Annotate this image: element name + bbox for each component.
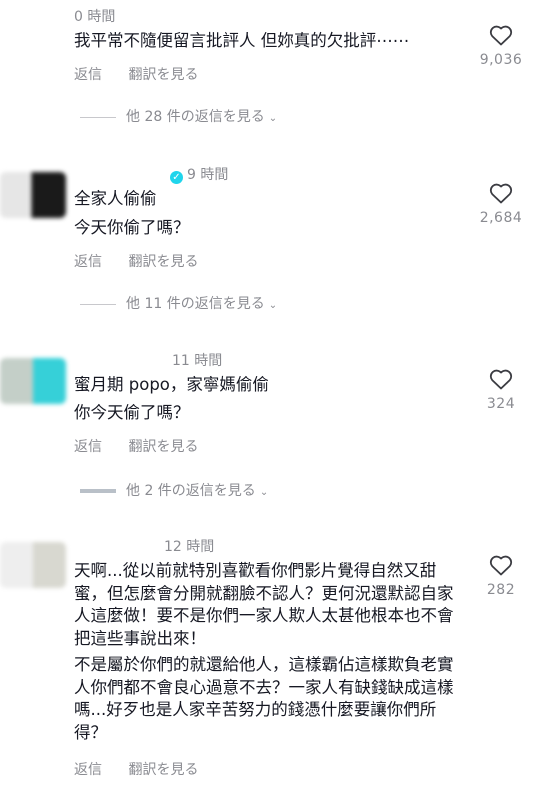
comment-actions: 返信 翻訳を見る (74, 759, 220, 779)
comment-text: 全家人偷偷 今天你偷了嗎？ (74, 188, 474, 239)
avatar[interactable] (0, 542, 66, 588)
comment-time: 11 時間 (172, 353, 223, 369)
comment-line: 我平常不隨便留言批評人 但妳真的欠批評⋯⋯ (74, 31, 410, 50)
like-button[interactable]: 282 (469, 554, 533, 598)
view-more-replies-label: 他 28 件の返信を見る (126, 109, 265, 125)
avatar[interactable] (0, 172, 66, 218)
chevron-down-icon: ⌄ (268, 300, 278, 311)
comment-text: 天啊...從以前就特別喜歡看你們影片覺得自然又甜蜜，但怎麼會分開就翻臉不認人？更… (74, 560, 466, 744)
comment-text: 我平常不隨便留言批評人 但妳真的欠批評⋯⋯ (74, 30, 474, 53)
comment-line: 你今天偷了嗎？ (74, 402, 190, 422)
divider-line (80, 303, 116, 305)
comment-line: 全家人偷偷 (74, 189, 157, 208)
like-button[interactable]: 324 (469, 368, 533, 412)
reply-button[interactable]: 返信 (74, 762, 102, 778)
heart-outline-icon (489, 369, 513, 390)
heart-outline-icon (489, 555, 513, 576)
comment-time: ✓ 9 時間 (170, 164, 228, 184)
comment-line: 今天你偷了嗎？ (74, 217, 190, 237)
translate-button[interactable]: 翻訳を見る (128, 67, 198, 83)
comment-time: 0 時間 (74, 9, 116, 25)
divider-line (80, 489, 116, 493)
avatar[interactable] (0, 358, 66, 404)
like-count: 2,684 (479, 210, 523, 226)
view-more-replies[interactable]: 他 28 件の返信を見る ⌄ (80, 106, 277, 126)
like-button[interactable]: 9,036 (469, 24, 533, 68)
like-count: 9,036 (479, 52, 523, 68)
like-button[interactable]: 2,684 (469, 182, 533, 226)
translate-button[interactable]: 翻訳を見る (128, 762, 198, 778)
like-count: 324 (486, 396, 516, 412)
translate-button[interactable]: 翻訳を見る (128, 254, 198, 270)
view-more-replies[interactable]: 他 11 件の返信を見る ⌄ (80, 293, 277, 313)
comment-text: 蜜月期 popo，家寧媽偷偷 你今天偷了嗎？ (74, 374, 474, 424)
translate-button[interactable]: 翻訳を見る (128, 439, 198, 455)
comment-actions: 返信 翻訳を見る (74, 64, 220, 84)
reply-button[interactable]: 返信 (74, 67, 102, 83)
view-more-replies-label: 他 2 件の返信を見る (126, 483, 256, 499)
reply-button[interactable]: 返信 (74, 254, 102, 270)
heart-outline-icon (489, 183, 513, 204)
comment-time: 12 時間 (164, 539, 215, 555)
comment-paragraph: 不是屬於你們的就還給他人，這樣霸佔這樣欺負老實人你們都不會良心過意不去？一家人有… (74, 655, 454, 742)
like-count: 282 (486, 582, 516, 598)
comment-actions: 返信 翻訳を見る (74, 251, 220, 271)
view-more-replies-label: 他 11 件の返信を見る (126, 296, 265, 312)
comment-actions: 返信 翻訳を見る (74, 436, 220, 456)
comment-line: 蜜月期 popo，家寧媽偷偷 (74, 375, 269, 394)
heart-outline-icon (489, 25, 513, 46)
divider-line (80, 116, 116, 118)
comment-paragraph: 天啊...從以前就特別喜歡看你們影片覺得自然又甜蜜，但怎麼會分開就翻臉不認人？更… (74, 561, 454, 648)
chevron-down-icon: ⌄ (259, 487, 269, 498)
reply-button[interactable]: 返信 (74, 439, 102, 455)
view-more-replies[interactable]: 他 2 件の返信を見る ⌄ (80, 480, 268, 500)
chevron-down-icon: ⌄ (268, 113, 278, 124)
verified-badge-icon: ✓ (170, 171, 183, 184)
